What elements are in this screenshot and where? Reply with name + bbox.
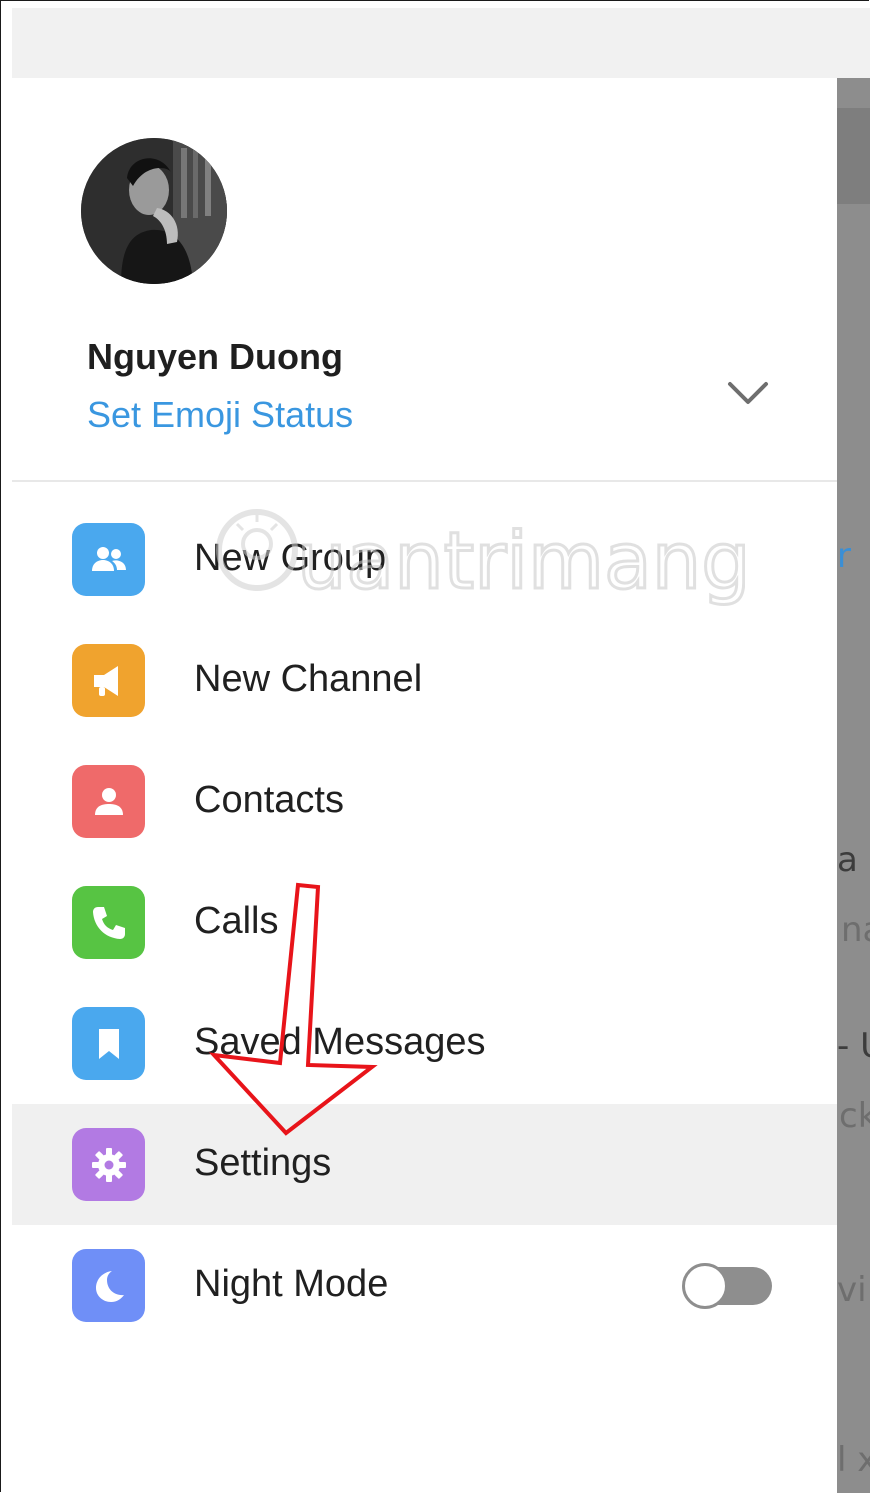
menu-item-label: Contacts — [194, 779, 344, 821]
menu-item-label: Calls — [194, 900, 279, 942]
backdrop-fragment: - U — [837, 1026, 870, 1066]
side-menu-drawer: Nguyen Duong Set Emoji Status New Group — [12, 78, 837, 1493]
megaphone-icon — [72, 644, 145, 717]
menu-item-new-group[interactable]: New Group — [12, 499, 837, 620]
backdrop-fragment: a - — [837, 840, 870, 880]
toggle-knob — [682, 1263, 728, 1309]
menu-item-label: New Channel — [194, 658, 423, 700]
backdrop-fragment: l x — [837, 1440, 870, 1480]
people-icon — [72, 523, 145, 596]
backdrop-header-band — [837, 108, 870, 204]
menu-item-contacts[interactable]: Contacts — [12, 741, 837, 862]
backdrop-fragment: na — [841, 910, 870, 950]
moon-icon — [72, 1249, 145, 1322]
night-mode-toggle[interactable] — [682, 1263, 772, 1309]
menu-item-settings[interactable]: Settings — [12, 1104, 837, 1225]
profile-name: Nguyen Duong — [87, 336, 343, 377]
backdrop-fragment: vi — [837, 1270, 867, 1310]
avatar[interactable] — [81, 138, 227, 284]
set-emoji-status-link[interactable]: Set Emoji Status — [87, 394, 353, 436]
person-icon — [72, 765, 145, 838]
chevron-down-icon[interactable] — [724, 374, 772, 410]
menu-item-night-mode[interactable]: Night Mode — [12, 1225, 837, 1346]
gear-icon — [72, 1128, 145, 1201]
menu-item-label: Saved Messages — [194, 1021, 486, 1063]
bookmark-icon — [72, 1007, 145, 1080]
backdrop-fragment: ck — [839, 1096, 870, 1136]
menu-item-label: Night Mode — [194, 1263, 389, 1305]
menu-item-new-channel[interactable]: New Channel — [12, 620, 837, 741]
phone-icon — [72, 886, 145, 959]
window-top-bar — [12, 8, 870, 78]
backdrop-fragment: r — [837, 536, 851, 576]
menu-list: New Group New Channel Contacts Calls Sav… — [12, 499, 837, 1346]
menu-item-label: New Group — [194, 537, 387, 579]
chat-list-backdrop: r a - na - U ck vi l x — [837, 78, 870, 1493]
menu-item-calls[interactable]: Calls — [12, 862, 837, 983]
menu-item-label: Settings — [194, 1142, 332, 1184]
profile-divider — [12, 480, 837, 482]
menu-item-saved-messages[interactable]: Saved Messages — [12, 983, 837, 1104]
